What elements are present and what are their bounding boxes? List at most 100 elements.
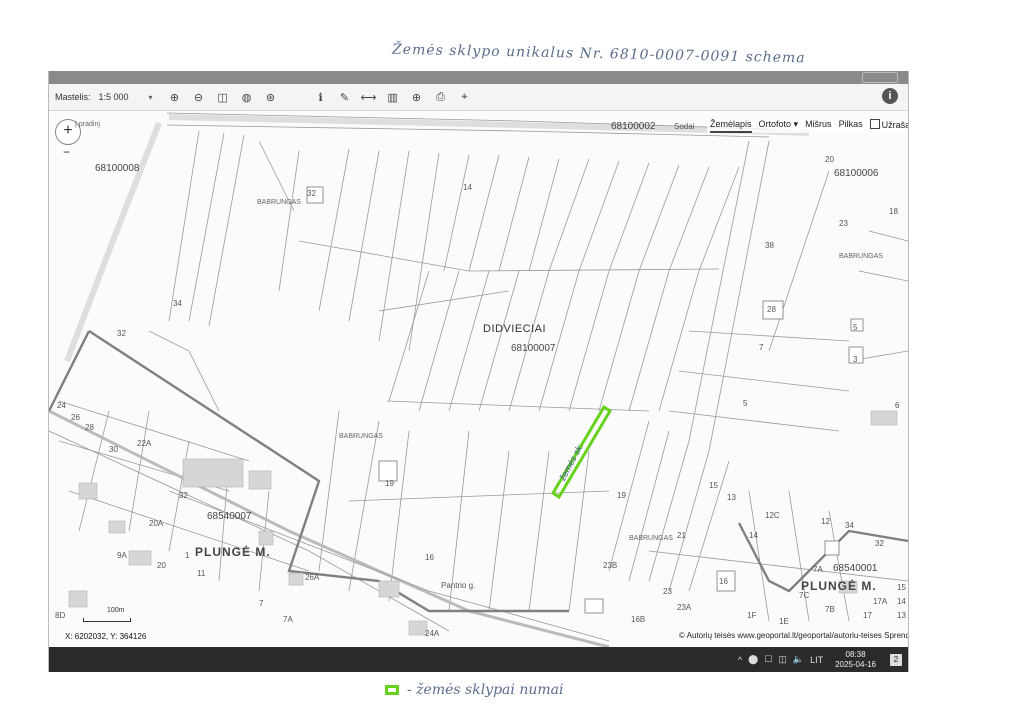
parcel-number: 1F bbox=[747, 611, 757, 620]
cadastral-map bbox=[49, 112, 908, 647]
area-code: 68100006 bbox=[834, 168, 879, 179]
parcel-number: 7C bbox=[799, 591, 810, 600]
legend: - žemės sklypai numai bbox=[385, 678, 563, 702]
app-tray-icon[interactable]: ⬤ bbox=[748, 654, 758, 665]
parcel-number: 19 bbox=[617, 491, 626, 500]
top-road-code: 68100002 bbox=[611, 121, 656, 132]
chevron-up-icon[interactable]: ^ bbox=[738, 655, 742, 665]
parcel-number: 28 bbox=[85, 423, 94, 432]
area-code: 68540001 bbox=[833, 563, 878, 574]
layer-zemelapis[interactable]: Žemėlapis bbox=[710, 119, 752, 133]
street-label: Pantrio g. bbox=[441, 581, 476, 590]
village-name: DIDVIECIAI bbox=[483, 323, 547, 335]
parcel-number: 23 bbox=[663, 587, 672, 596]
parcel-number: 9A bbox=[117, 551, 127, 560]
parcel-number: 18 bbox=[889, 207, 898, 216]
labels-toggle-text: Užrašai bbox=[881, 120, 908, 130]
parcel-number: 32 bbox=[875, 539, 884, 548]
info-icon[interactable]: i bbox=[882, 88, 898, 104]
parcel-number: 17 bbox=[863, 611, 872, 620]
checkbox-icon[interactable] bbox=[869, 119, 880, 129]
river-label: BABRUNGAS bbox=[629, 535, 673, 542]
attribution-text[interactable]: © Autorių teisės www.geoportal.lt/geopor… bbox=[677, 631, 908, 640]
town-name: PLUNGĖ M. bbox=[801, 579, 877, 593]
layer-switcher: Žemėlapis Ortofoto ▾ Mišrus Pilkas Užraš… bbox=[707, 119, 908, 133]
labels-toggle[interactable]: Užrašai bbox=[869, 119, 908, 133]
window-control[interactable] bbox=[862, 72, 898, 83]
clock[interactable]: 08:38 2025-04-16 bbox=[835, 650, 876, 670]
parcel-number: 34 bbox=[173, 299, 182, 308]
print-icon[interactable]: ⎙ bbox=[429, 87, 453, 107]
parcel-number: 21 bbox=[677, 531, 686, 540]
parcel-number: 26A bbox=[305, 573, 320, 582]
parcel-number: 23A bbox=[677, 603, 692, 612]
river-label: BABRUNGAS bbox=[257, 199, 301, 206]
parcel-number: 12C bbox=[765, 511, 780, 520]
parcel-number: 14 bbox=[463, 183, 472, 192]
parcel-number: 28 bbox=[767, 305, 776, 314]
parcel-number: 8D bbox=[55, 611, 66, 620]
network-icon[interactable]: ◫ bbox=[778, 654, 787, 665]
parcel-number: 38 bbox=[765, 241, 774, 250]
window-top-bar bbox=[49, 71, 908, 84]
parcel-number: 7A bbox=[813, 565, 823, 574]
chevron-down-icon[interactable]: ▾ bbox=[149, 93, 153, 102]
scale-bar bbox=[83, 618, 131, 622]
map-zoom-out-button[interactable]: − bbox=[63, 145, 70, 159]
crosshair-icon[interactable]: ⊛ bbox=[259, 87, 283, 107]
zoom-in-icon[interactable]: ⊕ bbox=[163, 87, 187, 107]
parcel-number: 30 bbox=[109, 445, 118, 454]
locate-icon[interactable]: ⌖ bbox=[453, 87, 477, 107]
zoom-extent-icon[interactable]: ◫ bbox=[211, 87, 235, 107]
parcel-number: 3 bbox=[853, 355, 858, 364]
parcel-number: 7 bbox=[259, 599, 264, 608]
parcel-number: 24 bbox=[57, 401, 66, 410]
volume-icon[interactable]: 🔈 bbox=[793, 654, 804, 665]
parcel-number: 16 bbox=[425, 553, 434, 562]
language-indicator[interactable]: LIT bbox=[810, 655, 823, 665]
notification-icon[interactable]: 2 bbox=[890, 653, 902, 666]
parcel-number: 15 bbox=[709, 481, 718, 490]
measure-icon[interactable]: ⟷ bbox=[357, 87, 381, 107]
scale-select[interactable]: 1:5 000 bbox=[99, 92, 149, 102]
town-name: PLUNGĖ M. bbox=[195, 545, 271, 559]
map-toolbar: Mastelis: 1:5 000 ▾ ⊕ ⊖ ◫ ◍ ⊛ ℹ ✎ ⟷ ▥ ⊕ … bbox=[49, 84, 908, 111]
info-point-icon[interactable]: ℹ bbox=[309, 87, 333, 107]
parcel-number: 7B bbox=[825, 605, 835, 614]
parcel-number: 13 bbox=[727, 493, 736, 502]
layer-ortofoto[interactable]: Ortofoto ▾ bbox=[759, 119, 799, 133]
legend-text: - žemės sklypai numai bbox=[407, 682, 564, 698]
globe-icon[interactable]: ◍ bbox=[235, 87, 259, 107]
parcel-number: 5 bbox=[853, 323, 858, 332]
zoom-out-icon[interactable]: ⊖ bbox=[187, 87, 211, 107]
parcel-number: 24A bbox=[425, 629, 440, 638]
parcel-number: 32 bbox=[179, 491, 188, 500]
parcel-number: 16B bbox=[631, 615, 646, 624]
layer-misrus[interactable]: Mišrus bbox=[805, 119, 832, 133]
parcel-number: 20A bbox=[149, 519, 164, 528]
parcel-number: 23B bbox=[603, 561, 618, 570]
parcel-number: 26 bbox=[71, 413, 80, 422]
clock-date: 2025-04-16 bbox=[835, 659, 876, 669]
parcel-number: 6 bbox=[895, 401, 900, 410]
parcel-number: 32 bbox=[117, 329, 126, 338]
profile-icon[interactable]: ▥ bbox=[381, 87, 405, 107]
parcel-number: 32 bbox=[307, 189, 316, 198]
clock-time: 08:38 bbox=[845, 649, 866, 659]
layer-pilkas[interactable]: Pilkas bbox=[839, 119, 863, 133]
display-icon[interactable]: ☐ bbox=[764, 654, 772, 665]
parcel-number: 16 bbox=[719, 577, 728, 586]
area-code: 68540007 bbox=[207, 511, 252, 522]
parcel-number: 19 bbox=[385, 479, 394, 488]
parcel-number: 14 bbox=[749, 531, 758, 540]
river-label: BABRUNGAS bbox=[339, 433, 383, 440]
parcel-number: 15 bbox=[897, 583, 906, 592]
parcel-number: 14 bbox=[897, 597, 906, 606]
parcel-number: 13 bbox=[897, 611, 906, 620]
link-icon[interactable]: ✎ bbox=[333, 87, 357, 107]
add-icon[interactable]: ⊕ bbox=[405, 87, 429, 107]
parcel-number: 1 bbox=[185, 551, 190, 560]
center-area-code: 68100007 bbox=[511, 343, 556, 354]
map-canvas[interactable]: + − Į pradinį Žemėlapis Ortofoto ▾ Mišru… bbox=[49, 111, 908, 647]
parcel-number: 23 bbox=[839, 219, 848, 228]
